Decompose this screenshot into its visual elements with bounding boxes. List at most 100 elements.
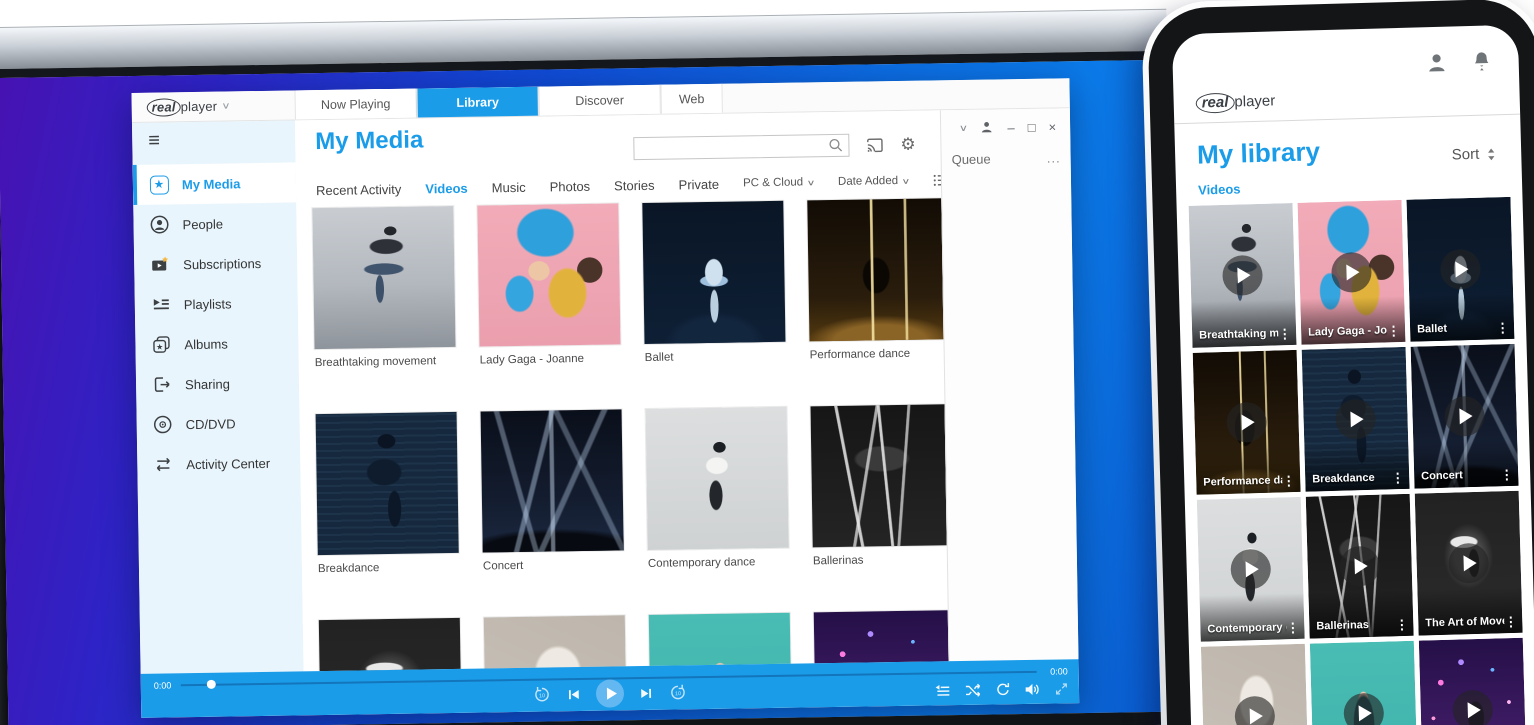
more-options-icon[interactable]: ⋮ [1286,621,1299,634]
more-options-icon[interactable]: ⋮ [1278,327,1291,340]
video-thumbnail[interactable] [811,404,949,547]
video-item[interactable]: Ballet [642,201,786,364]
add-to-queue-icon[interactable] [934,683,951,697]
account-chevron-icon[interactable]: ∨ [958,124,967,133]
video-item[interactable] [649,613,792,672]
sidebar-item-label: Subscriptions [183,255,261,271]
filter-tab-private[interactable]: Private [678,176,719,192]
phone-video-tile[interactable]: Ballet⋮ [1406,197,1514,342]
video-item[interactable] [319,618,462,671]
more-options-icon[interactable]: ⋮ [1395,618,1408,631]
video-thumbnail[interactable] [646,407,789,550]
sidebar-item-albums[interactable]: ★ Albums [135,322,299,365]
sidebar-item-activity-center[interactable]: Activity Center [137,442,301,485]
shuffle-icon[interactable] [964,682,982,697]
tab-discover[interactable]: Discover [538,85,660,116]
minimize-button[interactable]: – [1007,121,1014,134]
tab-library[interactable]: Library [416,87,538,118]
video-item[interactable]: Performance dance [807,198,948,361]
skip-back-10-icon[interactable]: 10 [533,685,551,703]
video-item[interactable]: Concert [481,409,625,572]
filter-tab-stories[interactable]: Stories [614,177,655,193]
phone-video-tile[interactable]: Lady Gaga - Joanne⋮ [1298,200,1406,345]
gear-icon[interactable]: ⚙ [900,134,916,154]
sidebar-item-subscriptions[interactable]: Subscriptions [134,242,298,285]
source-dropdown[interactable]: PC & Cloud ∨ [743,176,814,189]
more-options-icon[interactable]: ⋮ [1496,321,1509,334]
more-options-icon[interactable]: ⋮ [1504,615,1517,628]
sidebar-item-cd-dvd[interactable]: CD/DVD [136,402,300,445]
queue-more-icon[interactable]: ... [1047,150,1061,165]
video-thumbnail[interactable] [319,618,462,671]
play-button[interactable] [596,679,624,707]
skip-forward-10-icon[interactable]: 10 [669,683,687,701]
repeat-icon[interactable] [995,681,1011,697]
sidebar-item-playlists[interactable]: Playlists [135,282,299,325]
filter-tab-videos[interactable]: Videos [425,180,468,196]
video-thumbnail[interactable] [481,409,624,552]
tab-now-playing[interactable]: Now Playing [294,89,416,120]
video-thumbnail[interactable] [642,201,785,344]
phone-video-tile[interactable]: The Art of Move...⋮ [1415,491,1523,636]
more-options-icon[interactable]: ⋮ [1500,468,1513,481]
previous-track-icon[interactable] [566,687,581,702]
fullscreen-icon[interactable] [1054,681,1069,696]
video-item[interactable]: Contemporary dance [646,407,790,570]
volume-icon[interactable] [1024,681,1041,696]
sidebar-item-sharing[interactable]: Sharing [136,362,300,405]
video-title: Performance dance [810,347,949,361]
video-thumbnail[interactable] [477,203,620,346]
subscriptions-icon [150,254,170,274]
video-title: Concert [1421,468,1500,482]
more-options-icon[interactable]: ⋮ [1282,474,1295,487]
filter-tab-photos[interactable]: Photos [550,178,591,194]
search-toolbar: ⚙ [633,133,916,160]
phone-video-tile[interactable]: Performance dance⋮ [1193,350,1301,495]
video-thumbnail[interactable] [316,412,459,555]
phone-video-tile[interactable]: Contemporary d...⋮ [1197,497,1305,642]
filter-tab-music[interactable]: Music [492,179,526,195]
video-item[interactable]: Ballerinas [811,404,949,567]
realplayer-logo[interactable]: realplayer ∨ [131,90,294,122]
phone-video-tile[interactable]: Ballerinas⋮ [1306,494,1414,639]
cast-icon[interactable] [865,137,884,153]
more-options-icon[interactable]: ⋮ [1391,471,1404,484]
sidebar-item-my-media[interactable]: ★ My Media [133,162,297,205]
phone-video-grid: Breathtaking move...⋮ Lady Gaga - Joanne… [1177,197,1534,725]
search-icon[interactable] [828,138,848,153]
notifications-bell-icon[interactable] [1470,49,1493,79]
sort-control[interactable]: Sort [1452,145,1498,163]
phone-video-tile[interactable] [1310,641,1418,725]
video-thumbnail[interactable] [807,198,948,341]
next-track-icon[interactable] [639,685,654,700]
filter-tab-recent-activity[interactable]: Recent Activity [316,181,401,197]
search-input[interactable] [634,135,828,159]
video-title: Breathtaking movement [315,355,456,369]
video-item[interactable]: Breakdance [316,412,460,575]
phone-video-tile[interactable]: Concert⋮ [1411,344,1519,489]
svg-text:10: 10 [675,691,681,697]
chevron-down-icon[interactable]: ∨ [221,100,230,111]
tab-web[interactable]: Web [660,84,722,114]
video-item[interactable] [484,615,627,671]
desktop-wallpaper: realplayer ∨ Now Playing Library Discove… [0,60,1177,725]
account-icon[interactable] [1424,51,1449,81]
video-item[interactable]: Breathtaking movement [312,206,456,369]
phone-video-tile[interactable]: Breathtaking move...⋮ [1189,203,1297,348]
phone-video-tile[interactable] [1419,638,1527,725]
sidebar-item-people[interactable]: People [133,202,297,245]
account-icon[interactable] [979,119,994,136]
video-thumbnail[interactable] [312,206,455,349]
close-button[interactable]: × [1048,120,1056,133]
phone-video-tile[interactable]: Breakdance⋮ [1302,347,1410,492]
video-item[interactable]: Lady Gaga - Joanne [477,203,621,366]
video-thumbnail[interactable] [649,613,792,672]
phone-video-tile[interactable] [1201,644,1309,725]
search-box[interactable] [633,134,849,160]
more-options-icon[interactable]: ⋮ [1387,324,1400,337]
sort-dropdown[interactable]: Date Added ∨ [838,175,909,188]
hamburger-menu-icon[interactable]: ≡ [132,120,295,155]
maximize-button[interactable]: □ [1028,121,1036,134]
page-title: My Media [315,126,423,156]
video-thumbnail[interactable] [484,615,627,671]
